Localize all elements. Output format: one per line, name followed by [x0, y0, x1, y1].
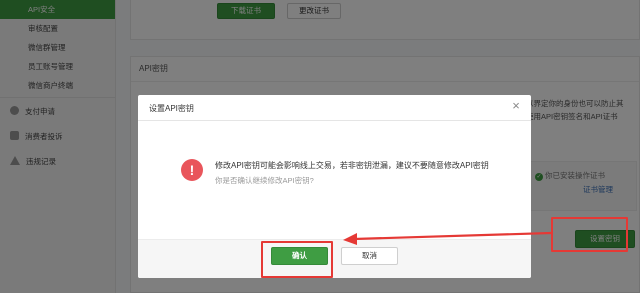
confirm-question: 你是否确认继续修改API密钥?	[215, 176, 314, 185]
warning-message: 修改API密钥可能会影响线上交易，若非密钥泄漏，建议不要随意修改API密钥	[215, 161, 489, 170]
close-icon[interactable]: ×	[509, 99, 523, 113]
set-api-key-dialog: 设置API密钥 × ! 修改API密钥可能会影响线上交易，若非密钥泄漏，建议不要…	[138, 95, 531, 278]
annotation-highlight-set-key	[551, 217, 628, 252]
annotation-highlight-confirm	[261, 241, 333, 278]
cancel-button[interactable]: 取消	[341, 247, 398, 265]
dialog-divider	[138, 120, 531, 121]
dialog-title: 设置API密钥	[149, 104, 194, 113]
exclamation-icon: !	[181, 159, 203, 181]
dialog-footer	[138, 239, 531, 278]
